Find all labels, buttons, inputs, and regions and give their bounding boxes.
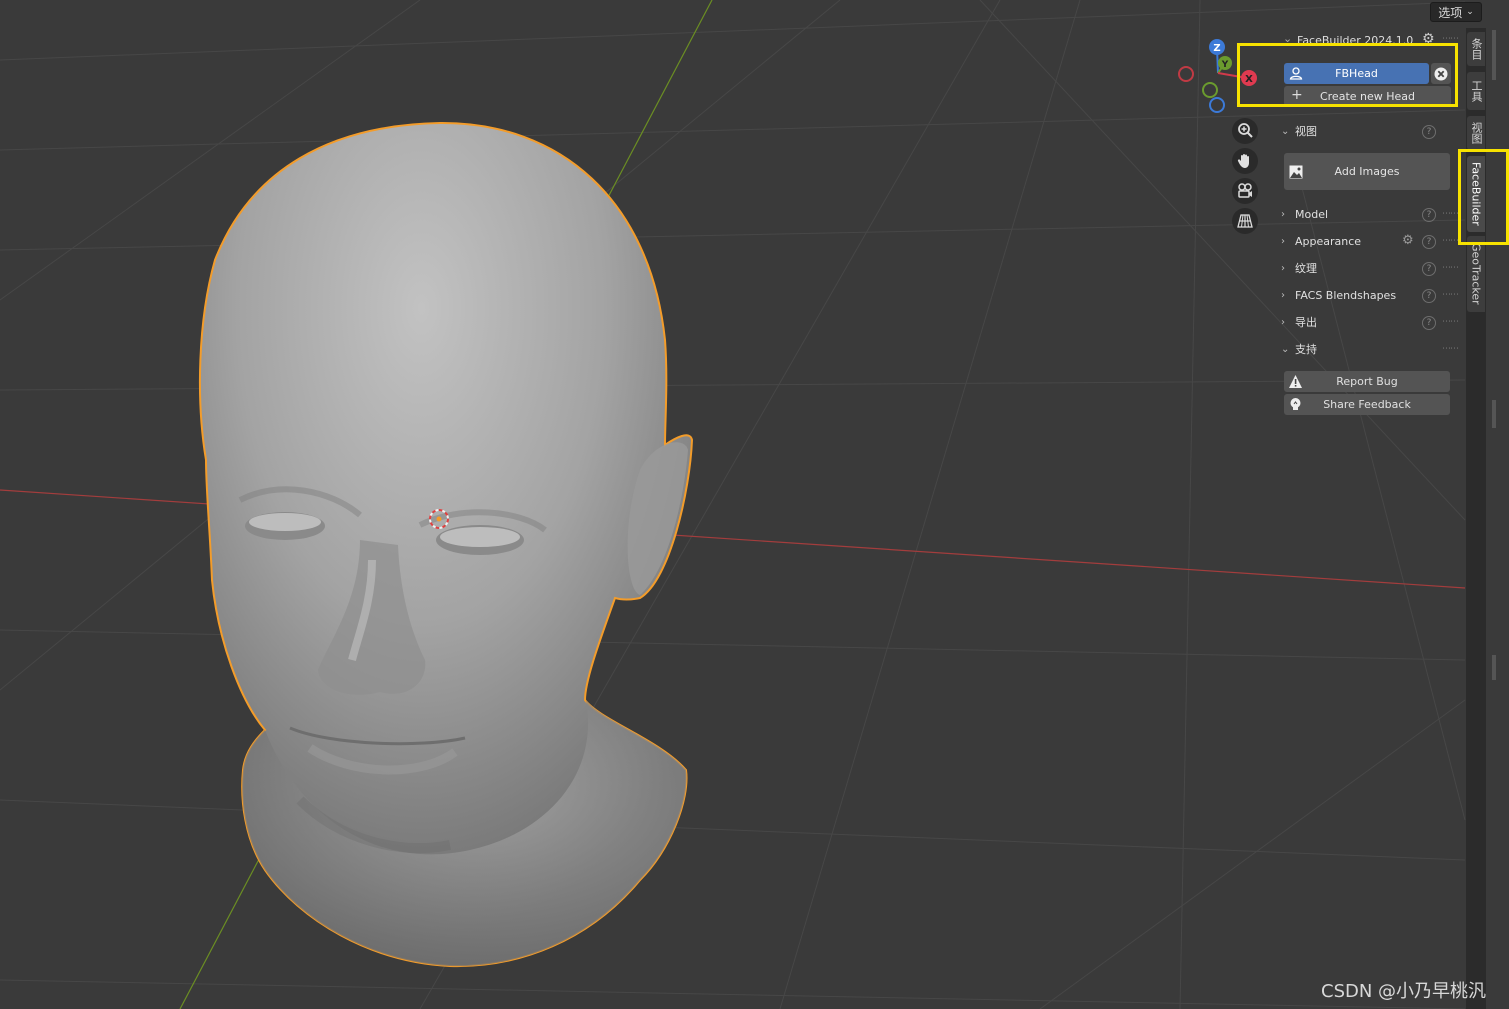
image-icon [1289,165,1303,179]
section-export-label: 导出 [1295,316,1317,329]
delete-head-button[interactable] [1431,63,1451,84]
gear-icon[interactable]: ⚙ [1422,31,1435,47]
drag-handle-icon[interactable]: ⋯⋯ [1442,263,1459,273]
right-eyelid [440,527,520,547]
drag-handle-icon[interactable]: ⋯⋯ [1442,34,1459,44]
help-icon[interactable]: ? [1422,316,1436,330]
tab-facebuilder[interactable]: FaceBuilder [1467,156,1485,232]
gizmo-x-label: X [1245,74,1253,85]
tab-tool-label: 工具 [1470,80,1483,102]
section-appearance-label: Appearance [1295,234,1362,248]
chevron-right-icon: › [1281,262,1285,274]
scroll-gutter [1487,28,1509,1009]
help-icon[interactable]: ? [1422,235,1436,249]
head-select-button[interactable]: FBHead [1284,63,1429,84]
plus-icon: + [1291,87,1303,103]
chevron-right-icon: › [1281,289,1285,301]
tab-item[interactable]: 条目 [1467,32,1485,66]
help-icon[interactable]: ? [1422,125,1436,139]
head-mesh[interactable] [198,121,694,968]
help-icon[interactable]: ? [1422,208,1436,222]
navigation-gizmo: Z Y X [1178,39,1257,113]
chevron-right-icon: › [1281,208,1285,220]
section-texture-label: 纹理 [1295,262,1317,275]
facebuilder-panel: ⌄ FaceBuilder 2024.1.0 ⚙ ⋯⋯ FBHead + Cre… [1277,30,1465,425]
tab-view[interactable]: 视图 [1467,116,1485,150]
tab-tool[interactable]: 工具 [1467,72,1485,110]
chevron-down-icon: ⌄ [1281,343,1290,355]
warning-icon [1289,375,1302,388]
report-bug-button[interactable]: Report Bug [1284,371,1450,392]
pan-button[interactable] [1232,148,1258,174]
tab-view-label: 视图 [1470,122,1483,144]
help-icon[interactable]: ? [1422,289,1436,303]
perspective-toggle-button[interactable] [1232,208,1258,234]
drag-handle-icon[interactable]: ⋯⋯ [1442,344,1459,354]
drag-handle-icon[interactable]: ⋯⋯ [1442,290,1459,300]
report-bug-label: Report Bug [1336,375,1398,388]
user-icon [1289,67,1303,80]
hand-icon [1237,154,1249,168]
section-facs-label: FACS Blendshapes [1295,288,1397,302]
options-dropdown[interactable]: 选项 ⌄ [1430,2,1482,22]
scrollbar-thumb[interactable] [1492,400,1496,428]
chevron-down-icon: ⌄ [1281,125,1290,137]
section-view-label: 视图 [1295,125,1317,138]
chevron-right-icon: › [1281,316,1285,328]
tab-facebuilder-label: FaceBuilder [1469,162,1483,226]
options-label: 选项 [1438,5,1463,20]
scrollbar-thumb[interactable] [1492,30,1496,80]
section-support-header[interactable]: ⌄ 支持 [1281,340,1461,358]
share-feedback-button[interactable]: Share Feedback [1284,394,1450,415]
tab-item-label: 条目 [1470,38,1483,60]
help-icon[interactable]: ? [1422,262,1436,276]
section-model-label: Model [1295,207,1329,221]
drag-handle-icon[interactable]: ⋯⋯ [1442,317,1459,327]
left-eyelid [249,513,321,531]
drag-handle-icon[interactable]: ⋯⋯ [1442,209,1459,219]
grid-perspective-icon [1237,214,1253,228]
add-images-button[interactable]: Add Images [1284,153,1450,190]
sidebar-tab-strip: 条目 工具 视图 FaceBuilder GeoTracker [1466,28,1486,1009]
gizmo-z-label: Z [1213,43,1220,54]
tab-geotracker-label: GeoTracker [1469,243,1483,305]
create-new-head-button[interactable]: + Create new Head [1284,86,1451,106]
share-feedback-label: Share Feedback [1323,398,1411,411]
create-new-head-label: Create new Head [1319,89,1416,103]
section-support-label: 支持 [1295,343,1317,356]
camera-icon [1238,183,1252,198]
head-name: FBHead [1335,67,1378,80]
chevron-down-icon: ⌄ [1466,7,1474,17]
zoom-icon [1238,123,1253,138]
gizmo-y-label: Y [1221,60,1229,70]
chevron-right-icon: › [1281,235,1285,247]
gear-icon[interactable]: ⚙ [1402,233,1414,248]
addon-title[interactable]: FaceBuilder 2024.1.0 [1297,34,1413,47]
close-circle-icon [1434,67,1448,80]
scrollbar-thumb[interactable] [1492,655,1496,680]
drag-handle-icon[interactable]: ⋯⋯ [1442,236,1459,246]
chevron-down-icon[interactable]: ⌄ [1283,32,1292,45]
zoom-button[interactable] [1232,118,1258,144]
tab-geotracker[interactable]: GeoTracker [1467,236,1485,312]
watermark: CSDN @小乃早桃汎 [1321,981,1487,1002]
lightbulb-icon [1290,398,1301,410]
add-images-label: Add Images [1334,165,1400,178]
camera-view-button[interactable] [1232,178,1258,204]
